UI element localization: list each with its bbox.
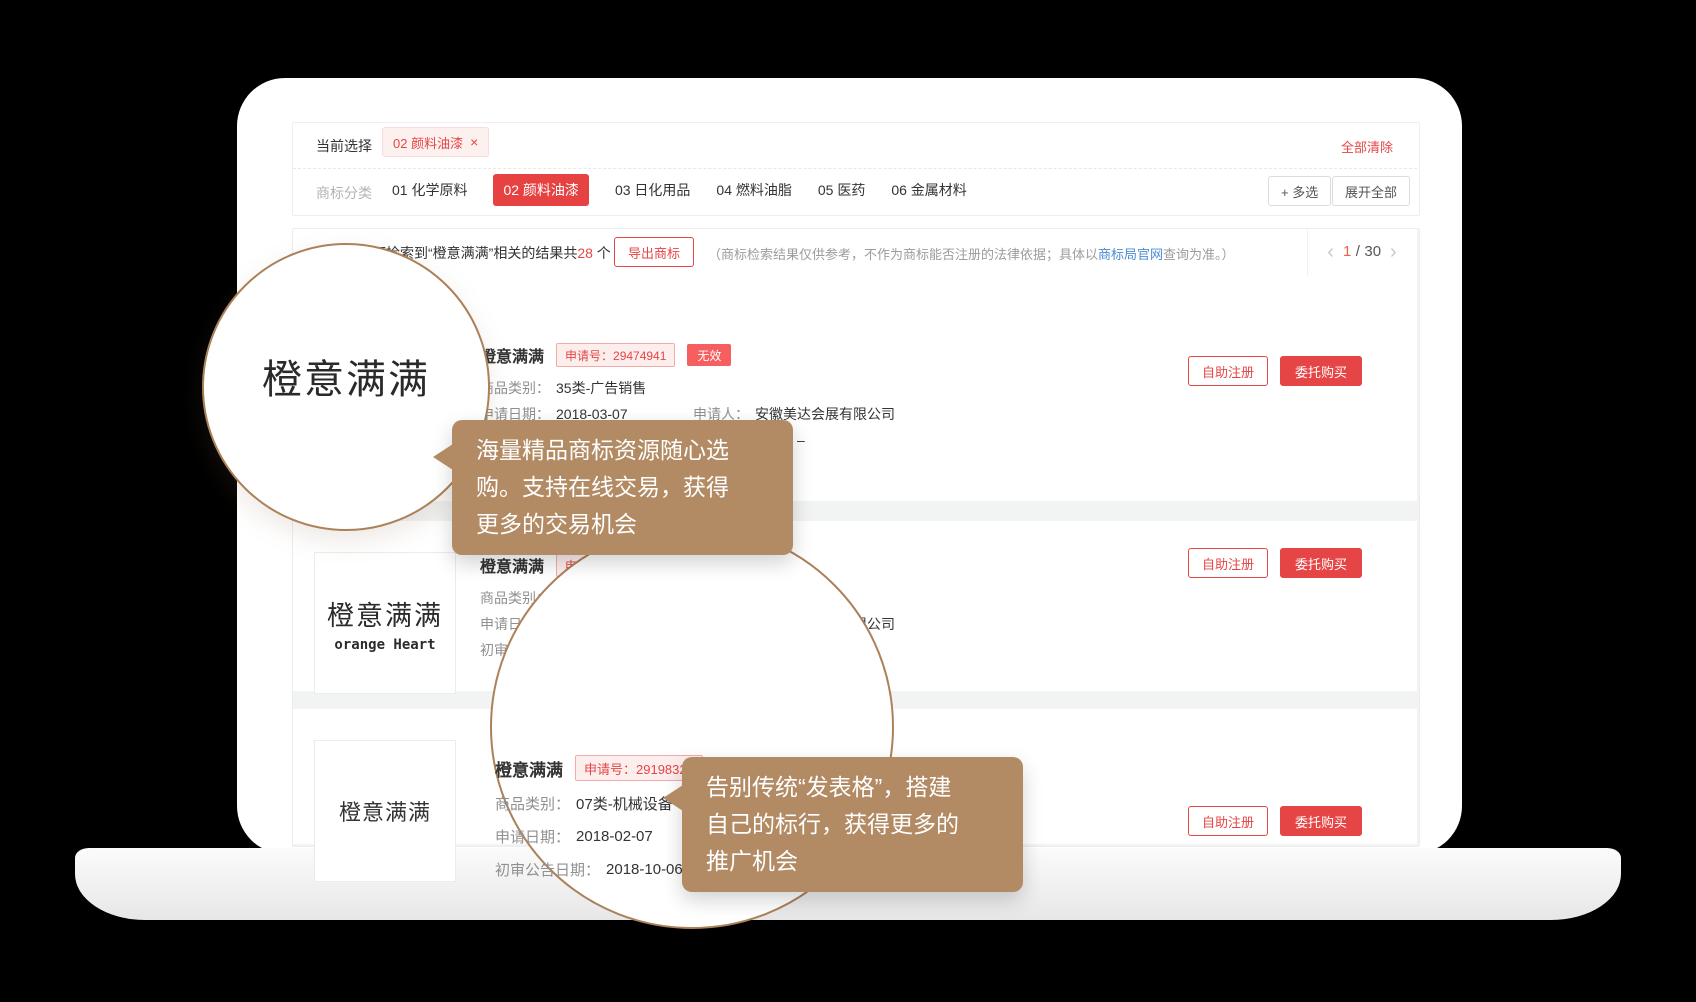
callout-promotion: 告别传统“发表格”，搭建 自己的标行，获得更多的 推广机会	[682, 757, 1023, 892]
pagination: ‹ 1 / 30 ›	[1307, 228, 1417, 276]
multi-select-button[interactable]: + 多选	[1268, 176, 1331, 206]
self-register-button[interactable]: 自助注册	[1188, 548, 1268, 578]
selected-filter-chip[interactable]: 02 颜料油漆 ×	[382, 127, 489, 157]
category-label: 商标分类	[316, 183, 372, 203]
magnifier-circle: 橙意满满	[202, 243, 490, 531]
trademark-image-tile: 橙意满满	[314, 740, 456, 882]
category-tab-01[interactable]: 01 化学原料	[392, 180, 467, 200]
magnified-trademark-text: 橙意满满	[262, 347, 430, 405]
trademark-tile-text: 橙意满满	[327, 594, 443, 633]
category-tab-03[interactable]: 03 日化用品	[615, 180, 690, 200]
results-count: 28	[577, 245, 593, 261]
trademark-name: 橙意满满	[495, 756, 563, 781]
export-trademark-button[interactable]: 导出商标	[614, 237, 694, 267]
chip-close-icon[interactable]: ×	[470, 135, 478, 149]
callout-arrow-icon	[433, 444, 453, 470]
status-badge-invalid: 无效	[687, 344, 731, 366]
field-category: 商品类别：35类-广告销售	[480, 378, 646, 398]
category-tab-05[interactable]: 05 医药	[818, 180, 865, 200]
disclaimer-pre: （商标检索结果仅供参考，不作为商标能否注册的法律依据；具体以	[708, 247, 1098, 262]
field-category: 商品类别：07类-机械设备	[495, 793, 673, 813]
callout-arrow-icon	[663, 785, 683, 811]
entrust-buy-button[interactable]: 委托购买	[1280, 548, 1362, 578]
magnified-row-title: 橙意满满 申请号：29198321	[495, 755, 703, 781]
prev-page-icon[interactable]: ‹	[1327, 242, 1334, 262]
trademark-tile-subtext: orange Heart	[334, 637, 435, 653]
callout-marketplace: 海量精品商标资源随心选 购。支持在线交易，获得 更多的交易机会	[452, 420, 793, 555]
field-apply-date: 申请日期：2018-02-07	[495, 826, 653, 846]
trademark-tile-text: 橙意满满	[339, 795, 431, 827]
disclaimer: （商标检索结果仅供参考，不作为商标能否注册的法律依据；具体以商标局官网查询为准。…	[708, 244, 1235, 263]
category-tabs: 01 化学原料 02 颜料油漆 03 日化用品 04 燃料油脂 05 医药 06…	[392, 174, 967, 206]
expand-all-button[interactable]: 展开全部	[1332, 176, 1410, 206]
entrust-buy-button[interactable]: 委托购买	[1280, 356, 1362, 386]
self-register-button[interactable]: 自助注册	[1188, 356, 1268, 386]
results-summary-suffix: 个	[593, 245, 611, 261]
trademark-office-link[interactable]: 商标局官网	[1098, 247, 1163, 262]
category-tab-02-selected[interactable]: 02 颜料油漆	[493, 174, 588, 206]
result-row-title: 橙意满满 申请号：29474941 无效	[480, 342, 731, 368]
self-register-button[interactable]: 自助注册	[1188, 806, 1268, 836]
current-page: 1	[1343, 243, 1351, 260]
next-page-icon[interactable]: ›	[1390, 242, 1397, 262]
trademark-name: 橙意满满	[480, 553, 544, 577]
trademark-name: 橙意满满	[480, 343, 544, 367]
disclaimer-post: 查询为准。）	[1163, 247, 1235, 262]
application-number-badge: 申请号：29474941	[556, 343, 675, 367]
selected-filter-chip-label: 02 颜料油漆	[393, 133, 463, 152]
category-tab-04[interactable]: 04 燃料油脂	[716, 180, 791, 200]
page: 当前选择 02 颜料油漆 × 全部清除 商标分类 01 化学原料 02 颜料油漆…	[0, 0, 1696, 1002]
page-separator: /	[1356, 243, 1360, 260]
current-selection-label: 当前选择	[316, 136, 372, 156]
category-tab-06[interactable]: 06 金属材料	[891, 180, 966, 200]
total-pages: 30	[1364, 243, 1381, 260]
divider	[293, 168, 1417, 169]
field-first-publication: 初审公告日期：2018-10-06	[495, 859, 683, 879]
trademark-image-tile: 橙意满满 orange Heart	[314, 552, 456, 694]
clear-all-link[interactable]: 全部清除	[1341, 137, 1393, 156]
entrust-buy-button[interactable]: 委托购买	[1280, 806, 1362, 836]
